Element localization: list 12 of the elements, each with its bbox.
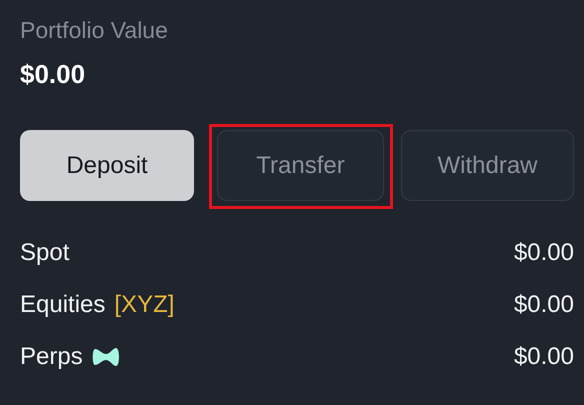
balance-label: Spot (20, 239, 70, 267)
balance-value: $0.00 (514, 343, 574, 371)
balance-value: $0.00 (514, 239, 574, 267)
balance-label: Perps (20, 343, 83, 371)
action-button[interactable]: Withdraw (401, 130, 574, 201)
balance-label: Equities (20, 291, 106, 319)
action-button[interactable]: Transfer (217, 130, 384, 201)
action-button[interactable]: Deposit (20, 130, 194, 201)
portfolio-label: Portfolio Value (20, 16, 169, 45)
portfolio-value: $0.00 (20, 58, 86, 91)
balance-value: $0.00 (514, 291, 574, 319)
market-tag: [XYZ] (114, 291, 174, 319)
